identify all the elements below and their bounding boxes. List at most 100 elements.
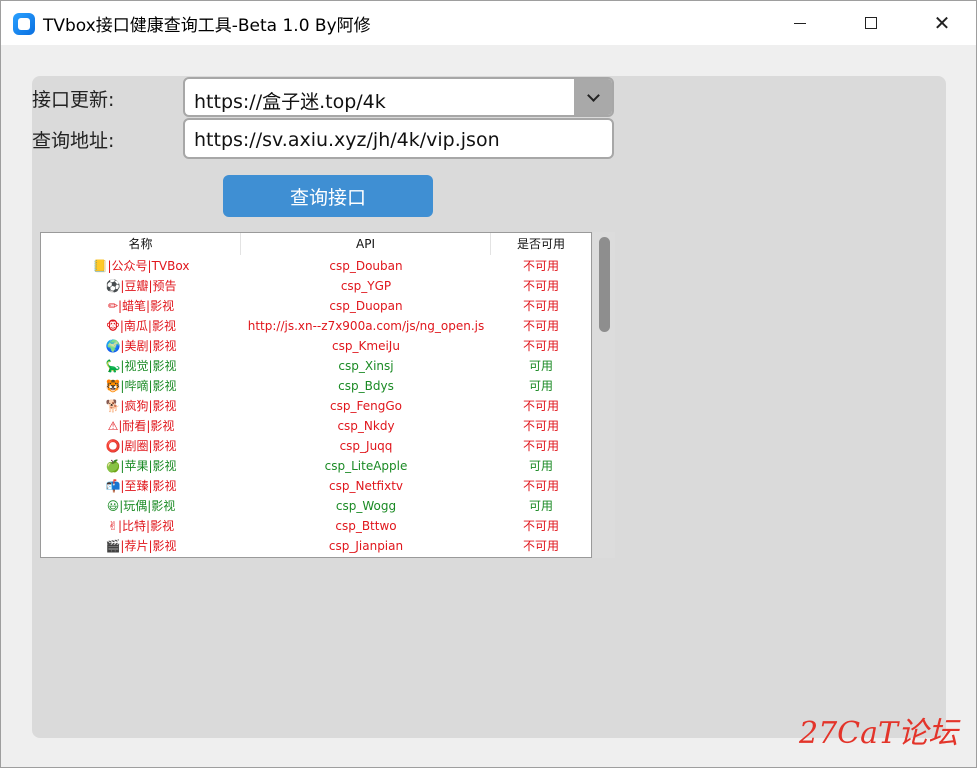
window-title: TVbox接口健康查询工具-Beta 1.0 By阿修 xyxy=(43,16,371,36)
row-api: csp_Wogg xyxy=(335,499,397,513)
row-api: csp_Douban xyxy=(329,259,403,273)
app-icon xyxy=(13,13,35,35)
row-name: ⭕|剧圈|影视 xyxy=(41,436,241,456)
table-row[interactable]: 🐯|哔嘀|影视 csp_Bdys 可用 xyxy=(41,376,591,396)
row-status: 不可用 xyxy=(522,539,559,553)
row-emoji-icon: 🐵 xyxy=(106,319,120,333)
row-emoji-icon: 📬 xyxy=(105,479,121,493)
table-scrollbar[interactable] xyxy=(593,232,615,558)
title-bar: TVbox接口健康查询工具-Beta 1.0 By阿修 ✕ xyxy=(1,1,976,45)
row-name-text: |美剧|影视 xyxy=(120,339,177,353)
watermark-logo: 27CaT论坛 xyxy=(799,716,959,751)
row-emoji-icon: 🎬 xyxy=(105,539,121,553)
row-name: 🐯|哔嘀|影视 xyxy=(41,376,241,396)
table-row[interactable]: ✌|比特|影视 csp_Bttwo 不可用 xyxy=(41,516,591,536)
row-name: 🍏|苹果|影视 xyxy=(41,456,241,476)
row-name-text: |视觉|影视 xyxy=(120,359,177,373)
table-row[interactable]: ⭕|剧圈|影视 csp_Juqq 不可用 xyxy=(41,436,591,456)
table-row[interactable]: 🦕|视觉|影视 csp_Xinsj 可用 xyxy=(41,356,591,376)
row-name-text: |疯狗|影视 xyxy=(120,399,177,413)
close-button[interactable]: ✕ xyxy=(919,1,965,45)
row-status: 不可用 xyxy=(522,259,559,273)
row-name-text: |公众号|TVBox xyxy=(107,259,190,273)
row-api: csp_Netfixtv xyxy=(329,479,403,493)
row-name: 📒|公众号|TVBox xyxy=(41,256,241,276)
row-name: 🐵|南瓜|影视 xyxy=(41,316,241,336)
row-status: 不可用 xyxy=(522,279,559,293)
row-name-text: |蜡笔|影视 xyxy=(117,299,175,313)
row-emoji-icon: 🌍 xyxy=(105,339,121,353)
row-name-text: |耐看|影视 xyxy=(118,419,175,433)
row-emoji-icon: ⚽ xyxy=(105,279,121,293)
row-api: csp_Jianpian xyxy=(328,539,404,553)
table-row[interactable]: ⚠|耐看|影视 csp_Nkdy 不可用 xyxy=(41,416,591,436)
table-row[interactable]: 📒|公众号|TVBox csp_Douban 不可用 xyxy=(41,256,591,276)
column-header-api[interactable]: API xyxy=(241,233,491,255)
row-api: csp_Bdys xyxy=(338,379,394,393)
dropdown-toggle[interactable] xyxy=(574,79,612,115)
row-status: 不可用 xyxy=(522,439,559,453)
minimize-button[interactable] xyxy=(777,1,823,45)
table-row[interactable]: 🐵|南瓜|影视 http://js.xn--z7x900a.com/js/ng_o… xyxy=(41,316,591,336)
row-api: csp_Nkdy xyxy=(337,419,395,433)
app-window: TVbox接口健康查询工具-Beta 1.0 By阿修 ✕ 接口更新: http… xyxy=(0,0,977,768)
row-status: 不可用 xyxy=(522,299,559,313)
row-name: 📬|至臻|影视 xyxy=(41,476,241,496)
maximize-button[interactable] xyxy=(848,1,894,45)
update-source-select[interactable]: https://盒子迷.top/4k xyxy=(183,77,614,117)
row-name-text: |哔嘀|影视 xyxy=(120,379,177,393)
table-row[interactable]: 🍏|苹果|影视 csp_LiteApple 可用 xyxy=(41,456,591,476)
row-name-text: |南瓜|影视 xyxy=(119,319,176,333)
row-name: 😃|玩偶|影视 xyxy=(41,496,241,516)
row-status: 可用 xyxy=(528,499,553,513)
row-api: csp_Juqq xyxy=(339,439,393,453)
row-emoji-icon: ✌ xyxy=(107,519,118,533)
table-row[interactable]: ✏|蜡笔|影视 csp_Duopan 不可用 xyxy=(41,296,591,316)
row-emoji-icon: 🍏 xyxy=(105,459,121,473)
table-row[interactable]: 😃|玩偶|影视 csp_Wogg 可用 xyxy=(41,496,591,516)
row-status: 不可用 xyxy=(522,519,559,533)
column-header-name[interactable]: 名称 xyxy=(41,233,241,255)
table-row[interactable]: 🎬|荐片|影视 csp_Jianpian 不可用 xyxy=(41,536,591,556)
maximize-icon xyxy=(865,17,877,29)
row-name: 🐕|疯狗|影视 xyxy=(41,396,241,416)
row-status: 不可用 xyxy=(522,479,559,493)
row-name: 🌍|美剧|影视 xyxy=(41,336,241,356)
row-name-text: |豆瓣|预告 xyxy=(120,279,177,293)
row-api: csp_YGP xyxy=(340,279,392,293)
row-name: ⚠|耐看|影视 xyxy=(41,416,241,436)
results-table[interactable]: 名称 API 是否可用 📒|公众号|TVBox csp_Douban 不可用 ⚽|豆瓣… xyxy=(40,232,592,558)
row-name: ✌|比特|影视 xyxy=(41,516,241,536)
table-row[interactable]: 🐕|疯狗|影视 csp_FengGo 不可用 xyxy=(41,396,591,416)
row-status: 不可用 xyxy=(522,319,559,333)
update-source-value: https://盒子迷.top/4k xyxy=(194,91,386,113)
row-status: 不可用 xyxy=(522,339,559,353)
row-name: 🎬|荐片|影视 xyxy=(41,536,241,556)
minimize-icon xyxy=(794,22,806,24)
table-row[interactable]: 🌍|美剧|影视 csp_KmeiJu 不可用 xyxy=(41,336,591,356)
row-name: 🦕|视觉|影视 xyxy=(41,356,241,376)
query-url-value: https://sv.axiu.xyz/jh/4k/vip.json xyxy=(194,129,500,151)
row-emoji-icon: 🐕 xyxy=(105,399,121,413)
row-emoji-icon: ⚠ xyxy=(107,419,119,433)
table-row[interactable]: 📬|至臻|影视 csp_Netfixtv 不可用 xyxy=(41,476,591,496)
row-api: csp_LiteApple xyxy=(324,459,408,473)
close-icon: ✕ xyxy=(933,11,951,35)
row-api: csp_FengGo xyxy=(330,399,402,413)
row-name: ⚽|豆瓣|预告 xyxy=(41,276,241,296)
row-api: csp_KmeiJu xyxy=(332,339,400,353)
query-button[interactable]: 查询接口 xyxy=(223,175,433,217)
row-emoji-icon: 😃 xyxy=(106,499,120,513)
column-header-status[interactable]: 是否可用 xyxy=(491,233,591,255)
row-name: ✏|蜡笔|影视 xyxy=(41,296,241,316)
row-status: 不可用 xyxy=(522,399,559,413)
query-url-input[interactable]: https://sv.axiu.xyz/jh/4k/vip.json xyxy=(183,118,614,159)
row-name-text: |玩偶|影视 xyxy=(119,499,176,513)
row-status: 可用 xyxy=(528,359,553,373)
query-label: 查询地址: xyxy=(32,130,115,152)
row-emoji-icon: ⭕ xyxy=(105,439,121,453)
table-row[interactable]: ⚽|豆瓣|预告 csp_YGP 不可用 xyxy=(41,276,591,296)
scrollbar-thumb[interactable] xyxy=(599,237,610,332)
row-name-text: |至臻|影视 xyxy=(120,479,177,493)
row-name-text: |比特|影视 xyxy=(117,519,175,533)
